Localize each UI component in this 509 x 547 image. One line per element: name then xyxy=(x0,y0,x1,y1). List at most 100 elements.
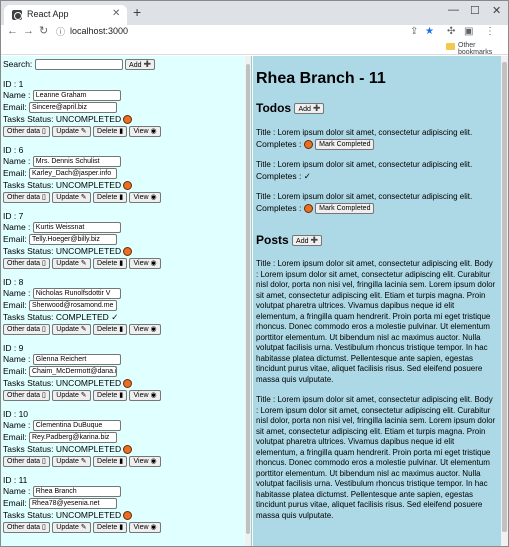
name-label: Name : xyxy=(3,420,31,430)
delete-button[interactable]: Delete ▮ xyxy=(93,324,128,336)
url-text: localhost:3000 xyxy=(70,26,129,36)
update-button[interactable]: Update ✎ xyxy=(52,258,91,270)
view-button[interactable]: View ◉ xyxy=(129,390,161,402)
user-actions: Other data ▯ Update ✎ Delete ▮ View ◉ xyxy=(3,324,161,336)
delete-label: Delete xyxy=(97,458,118,466)
name-field[interactable]: Nicholas Runolfsdottir V xyxy=(32,288,121,300)
tab-react-app[interactable]: React App ✕ xyxy=(4,5,127,25)
other-data-button[interactable]: Other data ▯ xyxy=(3,456,50,468)
mark-completed-button[interactable]: Mark Completed xyxy=(315,139,375,151)
view-button[interactable]: View ◉ xyxy=(129,522,161,534)
other-data-button[interactable]: Other data ▯ xyxy=(3,390,50,402)
status-row: Tasks Status: UNCOMPLETED xyxy=(3,180,133,191)
view-button[interactable]: View ◉ xyxy=(129,126,161,138)
name-field[interactable]: Leanne Graham xyxy=(32,90,121,102)
email-field[interactable]: Rhea78@yesenia.net xyxy=(29,498,117,510)
view-button[interactable]: View ◉ xyxy=(129,456,161,468)
status-dot-icon[interactable] xyxy=(123,379,133,389)
view-button[interactable]: View ◉ xyxy=(129,324,161,336)
other-data-label: Other data xyxy=(7,194,41,202)
other-data-button[interactable]: Other data ▯ xyxy=(3,324,50,336)
tasks-status: Tasks Status: UNCOMPLETED xyxy=(3,510,122,520)
menu-icon[interactable]: ⋮ xyxy=(485,25,495,38)
update-label: Update xyxy=(56,194,79,202)
update-button[interactable]: Update ✎ xyxy=(52,126,91,138)
completes-label: Completes : xyxy=(256,203,302,213)
update-button[interactable]: Update ✎ xyxy=(52,456,91,468)
email-field[interactable]: Telly.Hoeger@billy.biz xyxy=(29,234,117,246)
delete-button[interactable]: Delete ▮ xyxy=(93,192,128,204)
delete-button[interactable]: Delete ▮ xyxy=(93,456,128,468)
delete-button[interactable]: Delete ▮ xyxy=(93,126,128,138)
email-row: Email: Sincere@april.biz xyxy=(3,102,117,114)
bookmark-star-icon[interactable]: ★ xyxy=(425,25,434,38)
todo-status-dot-icon xyxy=(303,140,313,150)
add-user-button[interactable]: Add ✚ xyxy=(125,59,156,71)
site-info-icon[interactable]: ⓘ xyxy=(56,25,65,38)
forward-button[interactable]: → xyxy=(23,25,34,38)
status-dot-icon[interactable] xyxy=(123,181,133,191)
update-button[interactable]: Update ✎ xyxy=(52,390,91,402)
search-label: Search: xyxy=(3,59,33,69)
user-actions: Other data ▯ Update ✎ Delete ▮ View ◉ xyxy=(3,192,161,204)
user-id: ID : 6 xyxy=(3,145,24,155)
minimize-button[interactable]: — xyxy=(448,4,459,16)
posts-heading: Posts Add ✚ xyxy=(256,233,323,247)
name-field[interactable]: Mrs. Dennis Schulist xyxy=(32,156,121,168)
view-button[interactable]: View ◉ xyxy=(129,192,161,204)
close-window-button[interactable]: ✕ xyxy=(492,4,501,17)
add-todo-button[interactable]: Add ✚ xyxy=(294,103,325,115)
maximize-button[interactable]: ☐ xyxy=(470,4,480,17)
other-data-button[interactable]: Other data ▯ xyxy=(3,126,50,138)
view-button[interactable]: View ◉ xyxy=(129,258,161,270)
eye-icon: ◉ xyxy=(150,458,157,466)
email-row: Email: Rey.Padberg@karina.biz xyxy=(3,432,117,444)
update-label: Update xyxy=(56,392,79,400)
other-data-button[interactable]: Other data ▯ xyxy=(3,192,50,204)
name-field[interactable]: Clementina DuBuque xyxy=(32,420,121,432)
add-post-button[interactable]: Add ✚ xyxy=(292,235,323,247)
reload-button[interactable]: ↻ xyxy=(39,25,48,38)
users-scroll-thumb[interactable] xyxy=(246,64,250,534)
page-scroll-thumb[interactable] xyxy=(502,62,507,532)
other-data-button[interactable]: Other data ▯ xyxy=(3,258,50,270)
status-dot-icon[interactable] xyxy=(123,511,133,521)
email-field[interactable]: Sincere@april.biz xyxy=(29,102,117,114)
back-button[interactable]: ← xyxy=(7,25,18,38)
user-id: ID : 10 xyxy=(3,409,29,419)
page-scrollbar[interactable] xyxy=(501,56,508,546)
tab-close-icon[interactable]: ✕ xyxy=(112,8,120,19)
post-item: Title : Lorem ipsum dolor sit amet, cons… xyxy=(256,395,496,520)
delete-button[interactable]: Delete ▮ xyxy=(93,258,128,270)
email-field[interactable]: Karley_Dach@jasper.info xyxy=(29,168,117,180)
other-data-button[interactable]: Other data ▯ xyxy=(3,522,50,534)
share-icon[interactable]: ⇪ xyxy=(410,25,418,38)
status-dot-icon[interactable] xyxy=(123,115,133,125)
name-field[interactable]: Kurtis Weissnat xyxy=(32,222,121,234)
update-button[interactable]: Update ✎ xyxy=(52,522,91,534)
email-field[interactable]: Chaim_McDermott@dana.io xyxy=(29,366,117,378)
search-input[interactable] xyxy=(34,59,123,71)
edit-icon: ✎ xyxy=(80,392,87,400)
status-row: Tasks Status: COMPLETED ✓ xyxy=(3,312,118,322)
email-field[interactable]: Sherwood@rosamond.me xyxy=(29,300,117,312)
new-tab-button[interactable]: + xyxy=(133,5,141,19)
delete-button[interactable]: Delete ▮ xyxy=(93,522,128,534)
name-field[interactable]: Glenna Reichert xyxy=(32,354,121,366)
tasks-status: Tasks Status: COMPLETED xyxy=(3,312,109,322)
email-field[interactable]: Rey.Padberg@karina.biz xyxy=(29,432,117,444)
update-button[interactable]: Update ✎ xyxy=(52,192,91,204)
email-row: Email: Karley_Dach@jasper.info xyxy=(3,168,117,180)
update-button[interactable]: Update ✎ xyxy=(52,324,91,336)
other-bookmarks[interactable]: Other bookmarks xyxy=(458,42,508,56)
name-field[interactable]: Rhea Branch xyxy=(32,486,121,498)
delete-button[interactable]: Delete ▮ xyxy=(93,390,128,402)
document-icon: ▯ xyxy=(42,524,46,532)
address-bar[interactable]: ⓘ localhost:3000 xyxy=(56,25,411,38)
mark-completed-button[interactable]: Mark Completed xyxy=(315,203,375,215)
status-dot-icon[interactable] xyxy=(123,247,133,257)
extensions-icon[interactable]: ✣ xyxy=(447,25,455,38)
side-panel-icon[interactable]: ▣ xyxy=(464,25,473,38)
status-dot-icon[interactable] xyxy=(123,445,133,455)
users-scrollbar[interactable] xyxy=(245,56,251,546)
